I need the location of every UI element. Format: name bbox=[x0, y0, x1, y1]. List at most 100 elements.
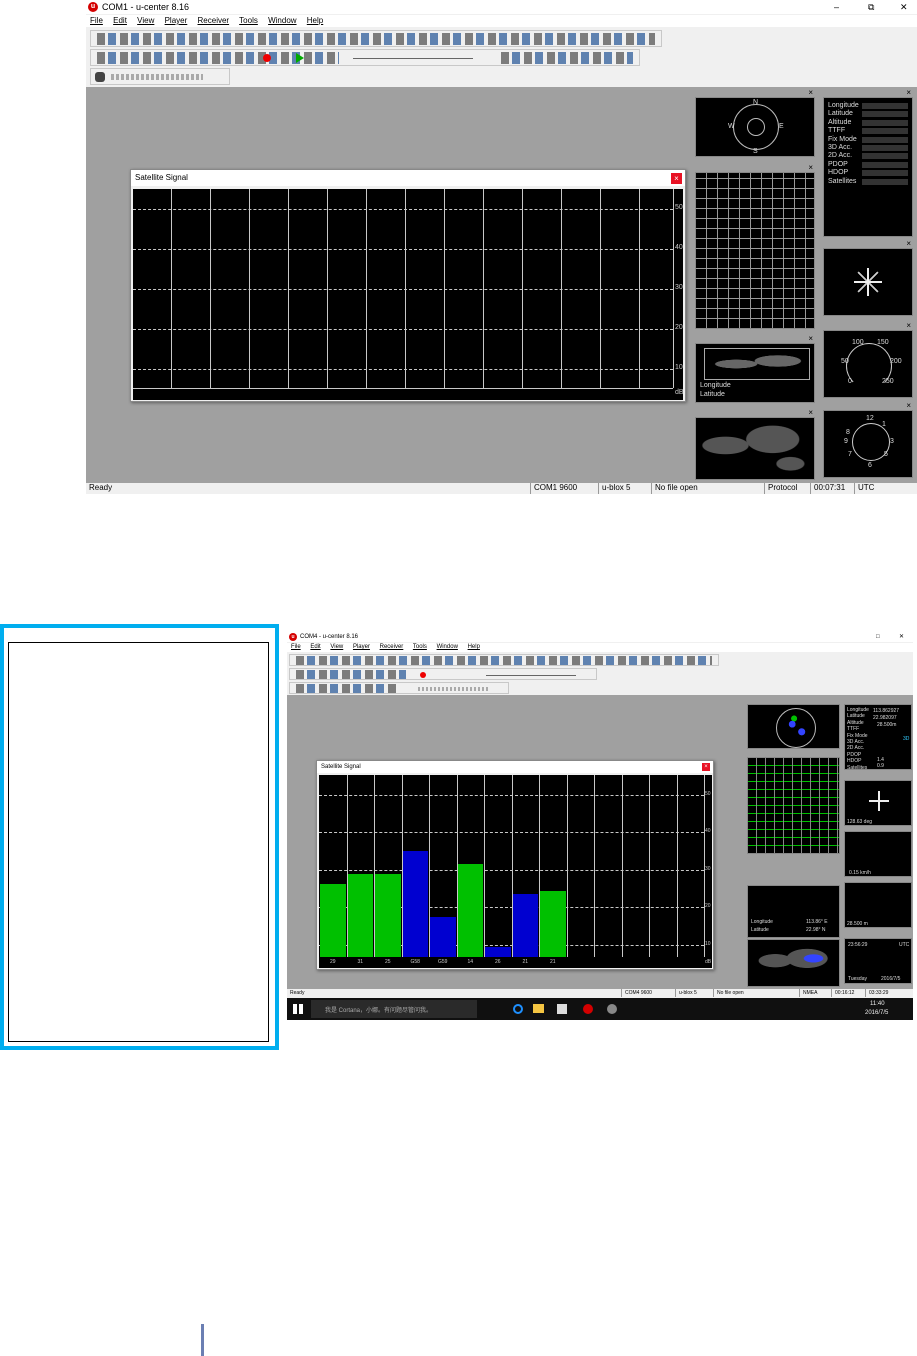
info-label-fix-mode: Fix Mode bbox=[847, 732, 868, 739]
ucenter-logo-icon: u bbox=[289, 633, 297, 641]
panel-close-icon[interactable]: × bbox=[808, 409, 813, 417]
clock-panel[interactable]: 23:56:29 UTC Tuesday 2016/7/5 bbox=[844, 938, 912, 984]
menu-player[interactable]: Player bbox=[165, 16, 188, 25]
column-divider bbox=[704, 775, 705, 957]
clock-8: 8 bbox=[846, 429, 850, 436]
world-map-panel[interactable]: × Longitude Latitude bbox=[695, 335, 815, 403]
menu-view[interactable]: View bbox=[330, 644, 343, 650]
satellite-window-close-button[interactable]: × bbox=[702, 763, 710, 771]
satellite-id-label: 26 bbox=[494, 959, 501, 965]
y-tick-30: 30 bbox=[675, 284, 683, 291]
timeline-slider[interactable] bbox=[353, 58, 473, 59]
top-menu-bar: File Edit View Player Receiver Tools Win… bbox=[86, 15, 917, 27]
extra-toolbar-icons[interactable] bbox=[296, 684, 398, 693]
status-time1: 00:16:12 bbox=[831, 989, 863, 997]
player-toolbar-right-icons[interactable] bbox=[501, 52, 633, 64]
close-button[interactable]: ✕ bbox=[899, 632, 904, 642]
menu-tools[interactable]: Tools bbox=[413, 644, 427, 650]
satellite-window-close-button[interactable]: × bbox=[671, 173, 682, 184]
info-value-box bbox=[862, 170, 908, 177]
player-toolbar-icons[interactable] bbox=[296, 670, 406, 679]
record-icon[interactable] bbox=[263, 54, 271, 62]
sky-n: N bbox=[753, 99, 759, 106]
signal-plot: 50 40 30 20 10 dB bbox=[133, 189, 684, 400]
speed-gauge-panel[interactable]: 0.15 km/h bbox=[844, 831, 912, 877]
panel-close-icon[interactable]: × bbox=[808, 164, 813, 172]
sky-view-panel[interactable] bbox=[747, 704, 840, 749]
clock-12: 12 bbox=[866, 415, 874, 422]
info-panel[interactable]: 113.862927 22.982097 28.500m 3D 1.4 0.9 … bbox=[844, 704, 912, 771]
y-unit: dB bbox=[675, 389, 684, 396]
taskbar-clock-time: 11:40 bbox=[870, 1001, 885, 1007]
world-map-large-panel[interactable]: × bbox=[695, 409, 815, 480]
satellite-signal-window[interactable]: Satellite Signal × 50 40 30 20 10 dB 29 3… bbox=[316, 760, 714, 970]
menu-file[interactable]: File bbox=[90, 16, 103, 25]
status-file: No file open bbox=[651, 483, 761, 494]
status-time: 00:07:31 bbox=[810, 483, 852, 494]
menu-player[interactable]: Player bbox=[353, 644, 370, 650]
altitude-gauge-panel[interactable]: 28.500 m bbox=[844, 882, 912, 928]
menu-receiver[interactable]: Receiver bbox=[380, 644, 404, 650]
satellite-signal-window[interactable]: Satellite Signal × 50 40 30 20 10 dB bbox=[130, 169, 686, 402]
menu-window[interactable]: Window bbox=[268, 16, 296, 25]
windows-start-icon[interactable] bbox=[293, 1004, 303, 1014]
close-button[interactable]: ✕ bbox=[900, 0, 908, 14]
minimize-button[interactable]: – bbox=[834, 0, 839, 14]
signal-grid-panel[interactable] bbox=[747, 757, 840, 854]
file-explorer-icon[interactable] bbox=[533, 1004, 544, 1013]
restore-button[interactable]: ⧉ bbox=[868, 0, 874, 14]
panel-close-icon[interactable]: × bbox=[808, 335, 813, 343]
menu-view[interactable]: View bbox=[137, 16, 154, 25]
column-divider bbox=[594, 775, 595, 957]
edge-icon[interactable] bbox=[513, 1004, 523, 1014]
panel-close-icon[interactable]: × bbox=[808, 89, 813, 97]
world-map-large-panel[interactable] bbox=[747, 939, 840, 987]
world-map-panel[interactable]: Longitude Latitude 113.86° E 22.98° N bbox=[747, 885, 840, 938]
menu-file[interactable]: File bbox=[291, 644, 301, 650]
signal-bar bbox=[540, 890, 566, 957]
clock-panel[interactable]: × 12 3 6 9 1 8 7 5 bbox=[823, 402, 913, 478]
panel-close-icon[interactable]: × bbox=[906, 402, 911, 410]
menu-help[interactable]: Help bbox=[307, 16, 323, 25]
speed-gauge-panel[interactable]: × 100 150 50 200 0 250 bbox=[823, 322, 913, 398]
timeline-slider[interactable] bbox=[486, 675, 576, 676]
clock-date: 2016/7/5 bbox=[881, 976, 901, 982]
menu-receiver[interactable]: Receiver bbox=[198, 16, 230, 25]
info-label-pdop: PDOP bbox=[828, 160, 848, 168]
port-icon[interactable] bbox=[95, 72, 105, 82]
info-label-altitude: Altitude bbox=[828, 118, 852, 126]
info-panel[interactable]: × Longitude Latitude Altitude TTFF Fix Mode 3… bbox=[823, 89, 913, 237]
col-line bbox=[561, 189, 562, 388]
toolbar-icons[interactable] bbox=[296, 656, 712, 665]
port-list[interactable] bbox=[418, 687, 488, 691]
panel-close-icon[interactable]: × bbox=[906, 89, 911, 97]
menu-edit[interactable]: Edit bbox=[310, 644, 320, 650]
window-title: COM4 - u-center 8.16 bbox=[300, 634, 359, 640]
col-line bbox=[639, 189, 640, 388]
port-list[interactable] bbox=[111, 74, 203, 80]
panel-close-icon[interactable]: × bbox=[906, 240, 911, 248]
record-icon[interactable] bbox=[420, 672, 426, 678]
menu-tools[interactable]: Tools bbox=[239, 16, 258, 25]
satellite-id-label: G58 bbox=[410, 959, 420, 965]
maximize-button[interactable]: □ bbox=[876, 632, 880, 642]
signal-grid-panel[interactable]: × bbox=[695, 164, 815, 329]
speed-value: 0.15 km/h bbox=[849, 870, 871, 876]
play-icon[interactable] bbox=[296, 53, 304, 63]
ucenter-taskbar-icon[interactable] bbox=[583, 1004, 593, 1014]
info-value-box bbox=[862, 111, 908, 118]
cortana-search-box[interactable]: 我是 Cortana，小娜。有问题尽管问我。 bbox=[311, 1000, 477, 1018]
snipping-icon[interactable] bbox=[607, 1004, 617, 1014]
compass-panel[interactable]: × bbox=[823, 240, 913, 316]
info-label-2d-acc-: 2D Acc. bbox=[847, 745, 865, 752]
compass-panel[interactable]: 128.63 deg bbox=[844, 780, 912, 826]
store-icon[interactable] bbox=[557, 1004, 567, 1014]
sky-view-panel[interactable]: × N E S W bbox=[695, 89, 815, 157]
menu-help[interactable]: Help bbox=[468, 644, 480, 650]
signal-bar bbox=[402, 851, 428, 957]
menu-window[interactable]: Window bbox=[437, 644, 458, 650]
toolbar-icons[interactable] bbox=[97, 33, 655, 45]
panel-close-icon[interactable]: × bbox=[906, 322, 911, 330]
y-tick-10: 10 bbox=[705, 941, 711, 947]
menu-edit[interactable]: Edit bbox=[113, 16, 127, 25]
